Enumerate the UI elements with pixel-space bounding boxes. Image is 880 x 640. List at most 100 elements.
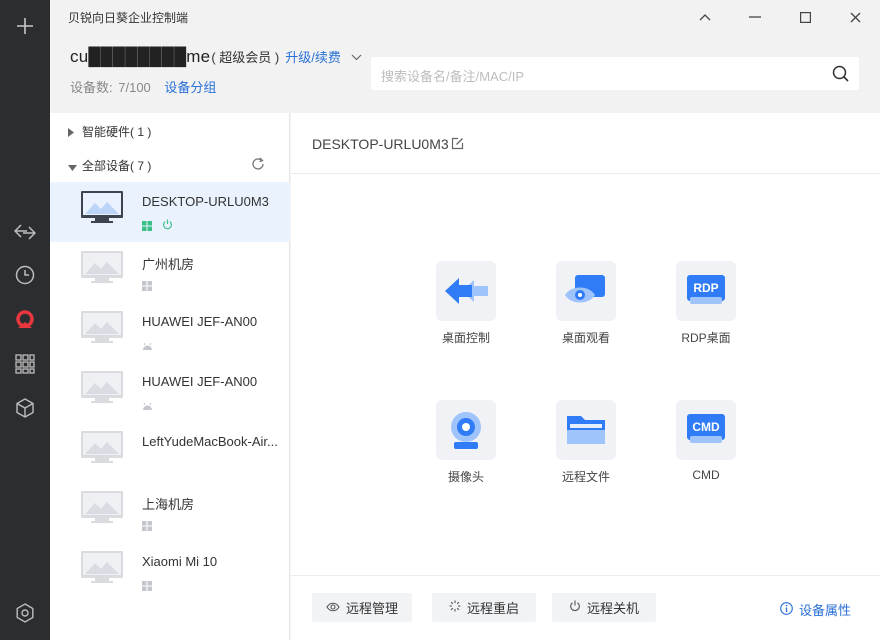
device-name: LeftYudeMacBook-Air... [142,434,278,449]
device-name: HUAWEI JEF-AN00 [142,374,258,389]
refresh-icon[interactable] [251,157,265,174]
camera-icon [436,400,496,460]
device-name: HUAWEI JEF-AN00 [142,314,258,329]
close-icon[interactable] [843,5,867,29]
hardware-cube-icon[interactable] [0,391,50,425]
action-bar: 远程管理 远程重启 远程关机 设备属性 [291,575,880,640]
search-box[interactable]: 搜索设备名/备注/MAC/IP [371,57,859,90]
tree-hardware[interactable]: 智能硬件( 1 ) [50,119,290,143]
device-name: DESKTOP-URLU0M3 [142,194,269,209]
monitor-icon [80,190,124,229]
upgrade-link[interactable]: 升级/续费 [285,47,341,66]
minimize-icon[interactable] [743,5,767,29]
rdp-badge: RDP [693,281,718,295]
remote-restart-button[interactable]: 远程重启 [432,593,536,622]
android-icon [142,338,153,356]
windows-icon [142,218,152,236]
remote-restart-label: 远程重启 [466,601,519,616]
search-input[interactable]: 搜索设备名/备注/MAC/IP [381,66,524,85]
desktop-view-button[interactable]: 桌面观看 [536,261,636,361]
tree-all-devices-label: 全部设备( 7 ) [82,159,152,173]
cmd-icon: CMD [676,400,736,460]
monitor-icon [80,490,124,529]
restart-icon [449,600,461,615]
edit-icon[interactable] [451,137,464,155]
device-count-line: 设备数: 7/100 设备分组 [70,77,216,96]
android-icon [142,398,153,416]
device-count-label: 设备数: [70,80,113,95]
device-detail-panel: DESKTOP-URLU0M3 桌面控制 桌面观看 RDP RDP桌面 摄像头 … [291,113,880,640]
settings-icon[interactable] [0,596,50,630]
apps-grid-icon[interactable] [0,347,50,381]
power-icon [569,600,581,615]
remote-manage-button[interactable]: 远程管理 [312,593,412,622]
sunlogin-logo-icon[interactable] [0,303,50,337]
folder-icon [556,400,616,460]
monitor-icon [80,430,124,469]
device-count: 7/100 [118,80,151,95]
windows-icon [142,578,152,596]
device-list-panel: 智能硬件( 1 ) 全部设备( 7 ) DESKTOP-URLU0M3 广州机房 H… [50,113,290,640]
device-list-item[interactable]: LeftYudeMacBook-Air... [50,422,290,482]
device-list-item[interactable]: 广州机房 [50,242,290,302]
chevron-down-icon[interactable] [351,48,362,66]
remote-shutdown-label: 远程关机 [586,601,639,616]
left-rail [0,0,50,640]
tree-hardware-label: 智能硬件( 1 ) [82,125,152,139]
device-properties-button[interactable]: 设备属性 [780,600,851,619]
cmd-badge: CMD [692,420,720,434]
maximize-icon[interactable] [793,5,817,29]
detail-device-name: DESKTOP-URLU0M3 [312,136,449,152]
member-level: ( 超级会员 ) [211,50,280,65]
camera-label: 摄像头 [447,470,484,484]
desktop-view-icon [556,261,616,321]
device-name: 广州机房 [142,257,195,272]
windows-icon [142,518,152,536]
header: 贝锐向日葵企业控制端 cu████████me ( 超级会员 ) 升级/续费 设… [50,0,880,113]
detail-topbar: DESKTOP-URLU0M3 [291,113,880,174]
monitor-icon [80,370,124,409]
info-icon [780,601,793,618]
remote-manage-label: 远程管理 [345,601,398,616]
device-properties-label: 设备属性 [799,603,852,618]
desktop-control-label: 桌面控制 [441,331,490,345]
caret-right-icon[interactable] [68,126,74,140]
monitor-icon [80,550,124,589]
eye-icon [326,600,340,615]
device-list-item[interactable]: DESKTOP-URLU0M3 [50,182,290,242]
device-list-item[interactable]: 上海机房 [50,482,290,542]
search-icon[interactable] [832,65,849,87]
device-list-item[interactable]: HUAWEI JEF-AN00 [50,362,290,422]
remote-file-label: 远程文件 [561,470,610,484]
device-list-item[interactable]: Xiaomi Mi 10 [50,542,290,602]
add-icon[interactable] [0,9,50,43]
tree-all-devices[interactable]: 全部设备( 7 ) [50,153,290,177]
rdp-desktop-button[interactable]: RDP RDP桌面 [656,261,756,361]
remote-shutdown-button[interactable]: 远程关机 [552,593,656,622]
device-name: Xiaomi Mi 10 [142,554,218,569]
desktop-control-button[interactable]: 桌面控制 [416,261,516,361]
cmd-label: CMD [692,468,720,482]
device-list-item[interactable]: HUAWEI JEF-AN00 [50,302,290,362]
rdp-icon: RDP [676,261,736,321]
device-name: 上海机房 [142,497,195,512]
desktop-control-icon [436,261,496,321]
desktop-view-label: 桌面观看 [561,331,610,345]
user-name: cu████████me [70,47,211,66]
history-icon[interactable] [0,258,50,292]
app-title: 贝锐向日葵企业控制端 [68,11,189,25]
rdp-desktop-label: RDP桌面 [681,331,731,345]
caret-down-icon[interactable] [68,160,77,174]
remote-file-button[interactable]: 远程文件 [536,400,636,500]
device-group-link[interactable]: 设备分组 [164,80,216,95]
windows-icon [142,278,152,296]
monitor-icon [80,250,124,289]
transfer-icon[interactable] [0,215,50,249]
monitor-icon [80,310,124,349]
user-line: cu████████me ( 超级会员 ) 升级/续费 [70,47,362,67]
online-power-icon [162,217,173,235]
camera-button[interactable]: 摄像头 [416,400,516,500]
apple-icon [142,458,152,476]
collapse-icon[interactable] [693,5,717,29]
cmd-button[interactable]: CMD CMD [656,400,756,500]
